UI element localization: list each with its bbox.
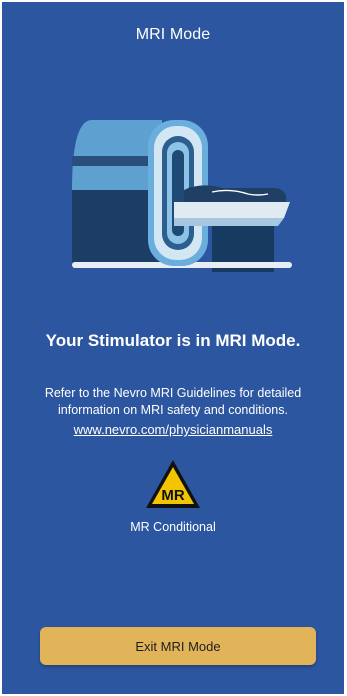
mri-mode-screen: MRI Mode Your Stimulator is in MRI Mode.… bbox=[2, 2, 344, 694]
mr-conditional-label: MR Conditional bbox=[130, 520, 216, 534]
mri-scanner-icon bbox=[72, 120, 292, 272]
mri-guidelines-text: Refer to the Nevro MRI Guidelines for de… bbox=[44, 386, 302, 417]
mr-conditional-icon: MR bbox=[146, 460, 200, 508]
mr-badge-label: MR bbox=[161, 487, 184, 504]
mri-status-message: Your Stimulator is in MRI Mode. bbox=[45, 331, 301, 350]
page-title: MRI Mode bbox=[135, 26, 211, 43]
physician-manuals-link[interactable]: www.nevro.com/physicianmanuals bbox=[2, 422, 344, 437]
exit-mri-mode-button[interactable]: Exit MRI Mode bbox=[40, 627, 316, 665]
